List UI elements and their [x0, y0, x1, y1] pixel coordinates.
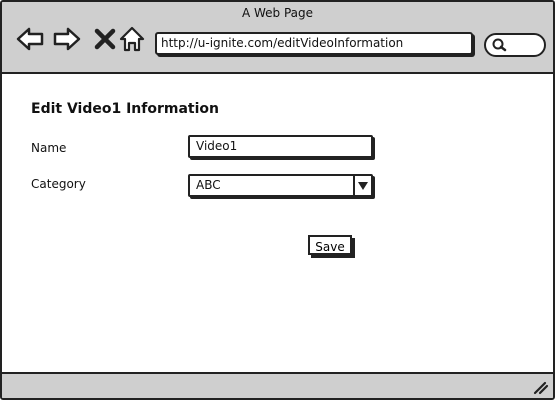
- name-input[interactable]: Video1: [188, 135, 373, 158]
- browser-titlebar: A Web Page http://u-ignite.com/editVideo…: [2, 2, 553, 74]
- browser-statusbar: [2, 372, 553, 398]
- name-label: Name: [31, 141, 67, 155]
- back-arrow-icon[interactable]: [16, 25, 44, 53]
- close-icon[interactable]: [91, 25, 119, 53]
- chevron-down-icon[interactable]: [353, 176, 371, 195]
- search-icon: [492, 38, 507, 52]
- page-content: Edit Video1 Information Name Video1 Cate…: [2, 74, 553, 372]
- resize-grip-icon[interactable]: [531, 377, 549, 395]
- window-title: A Web Page: [241, 6, 314, 20]
- browser-window: A Web Page http://u-ignite.com/editVideo…: [0, 0, 555, 400]
- search-field[interactable]: [484, 33, 546, 57]
- forward-arrow-icon[interactable]: [53, 25, 81, 53]
- address-bar[interactable]: http://u-ignite.com/editVideoInformation: [155, 32, 473, 55]
- page-title: Edit Video1 Information: [31, 101, 219, 117]
- category-selected-value: ABC: [196, 178, 221, 192]
- save-button[interactable]: Save: [308, 235, 352, 255]
- category-select[interactable]: ABC: [188, 174, 373, 197]
- category-label: Category: [31, 177, 86, 191]
- home-icon[interactable]: [118, 25, 146, 53]
